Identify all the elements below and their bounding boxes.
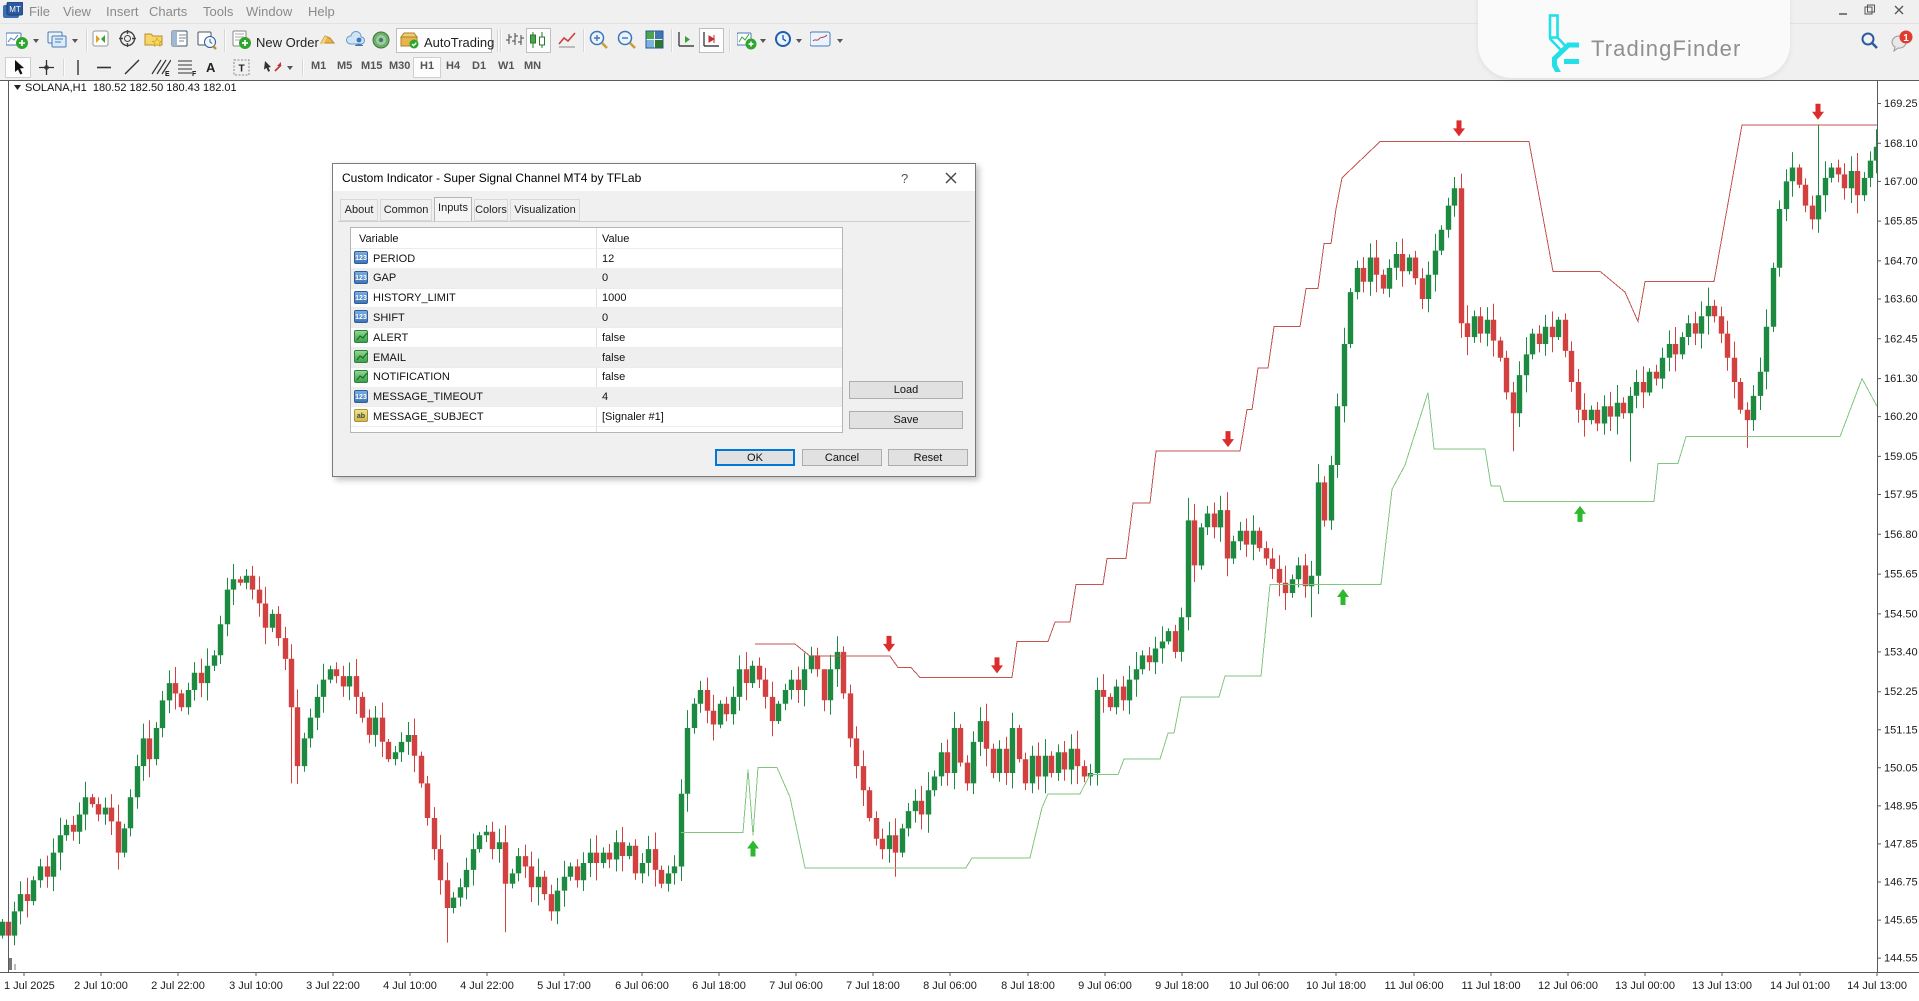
- svg-text:145.65: 145.65: [1884, 915, 1918, 927]
- svg-text:8 Jul 06:00: 8 Jul 06:00: [923, 980, 977, 992]
- svg-text:160.20: 160.20: [1884, 411, 1918, 423]
- svg-text:167.00: 167.00: [1884, 176, 1918, 188]
- svg-text:153.40: 153.40: [1884, 646, 1918, 658]
- svg-text:9 Jul 18:00: 9 Jul 18:00: [1155, 980, 1209, 992]
- svg-text:4 Jul 22:00: 4 Jul 22:00: [460, 980, 514, 992]
- svg-text:168.10: 168.10: [1884, 138, 1918, 150]
- svg-text:F: F: [192, 71, 197, 77]
- svg-text:E: E: [165, 71, 170, 77]
- svg-text:8 Jul 18:00: 8 Jul 18:00: [1001, 980, 1055, 992]
- svg-text:T: T: [238, 64, 244, 75]
- svg-text:7 Jul 06:00: 7 Jul 06:00: [769, 980, 823, 992]
- svg-text:10 Jul 06:00: 10 Jul 06:00: [1229, 980, 1289, 992]
- svg-text:1: 1: [1903, 33, 1909, 44]
- svg-text:10 Jul 18:00: 10 Jul 18:00: [1306, 980, 1366, 992]
- svg-text:150.05: 150.05: [1884, 762, 1918, 774]
- svg-text:11 Jul 06:00: 11 Jul 06:00: [1384, 980, 1443, 992]
- svg-text:144.55: 144.55: [1884, 953, 1918, 965]
- svg-text:157.95: 157.95: [1884, 489, 1918, 501]
- svg-text:14 Jul 01:00: 14 Jul 01:00: [1770, 980, 1830, 992]
- svg-text:14 Jul 13:00: 14 Jul 13:00: [1847, 980, 1907, 992]
- svg-text:13 Jul 00:00: 13 Jul 00:00: [1615, 980, 1675, 992]
- svg-text:146.75: 146.75: [1884, 877, 1918, 889]
- svg-text:151.15: 151.15: [1884, 724, 1918, 736]
- svg-text:162.45: 162.45: [1884, 333, 1918, 345]
- svg-text:6 Jul 06:00: 6 Jul 06:00: [615, 980, 669, 992]
- svg-text:12 Jul 06:00: 12 Jul 06:00: [1538, 980, 1598, 992]
- svg-text:3 Jul 10:00: 3 Jul 10:00: [229, 980, 283, 992]
- svg-text:148.95: 148.95: [1884, 800, 1918, 812]
- svg-text:7 Jul 18:00: 7 Jul 18:00: [846, 980, 900, 992]
- svg-text:3 Jul 22:00: 3 Jul 22:00: [306, 980, 360, 992]
- svg-text:9 Jul 06:00: 9 Jul 06:00: [1078, 980, 1132, 992]
- svg-text:155.65: 155.65: [1884, 569, 1918, 581]
- svg-text:147.85: 147.85: [1884, 838, 1918, 850]
- svg-text:5 Jul 17:00: 5 Jul 17:00: [537, 980, 591, 992]
- svg-text:159.05: 159.05: [1884, 451, 1918, 463]
- svg-text:13 Jul 13:00: 13 Jul 13:00: [1692, 980, 1752, 992]
- svg-text:164.70: 164.70: [1884, 255, 1918, 267]
- svg-text:1 Jul 2025: 1 Jul 2025: [4, 980, 55, 992]
- svg-text:2 Jul 10:00: 2 Jul 10:00: [74, 980, 128, 992]
- svg-text:SOLANA,H1 180.52 182.50 180.4: SOLANA,H1 180.52 182.50 180.43 182.01: [25, 82, 237, 94]
- svg-text:6 Jul 18:00: 6 Jul 18:00: [692, 980, 746, 992]
- svg-text:154.50: 154.50: [1884, 608, 1918, 620]
- svg-text:152.25: 152.25: [1884, 686, 1918, 698]
- svg-text:156.80: 156.80: [1884, 529, 1918, 541]
- svg-text:169.25: 169.25: [1884, 98, 1918, 110]
- svg-text:161.30: 161.30: [1884, 373, 1918, 385]
- svg-text:163.60: 163.60: [1884, 294, 1918, 306]
- svg-text:165.85: 165.85: [1884, 216, 1918, 228]
- svg-text:2 Jul 22:00: 2 Jul 22:00: [151, 980, 205, 992]
- svg-text:11 Jul 18:00: 11 Jul 18:00: [1461, 980, 1520, 992]
- svg-text:4 Jul 10:00: 4 Jul 10:00: [383, 980, 437, 992]
